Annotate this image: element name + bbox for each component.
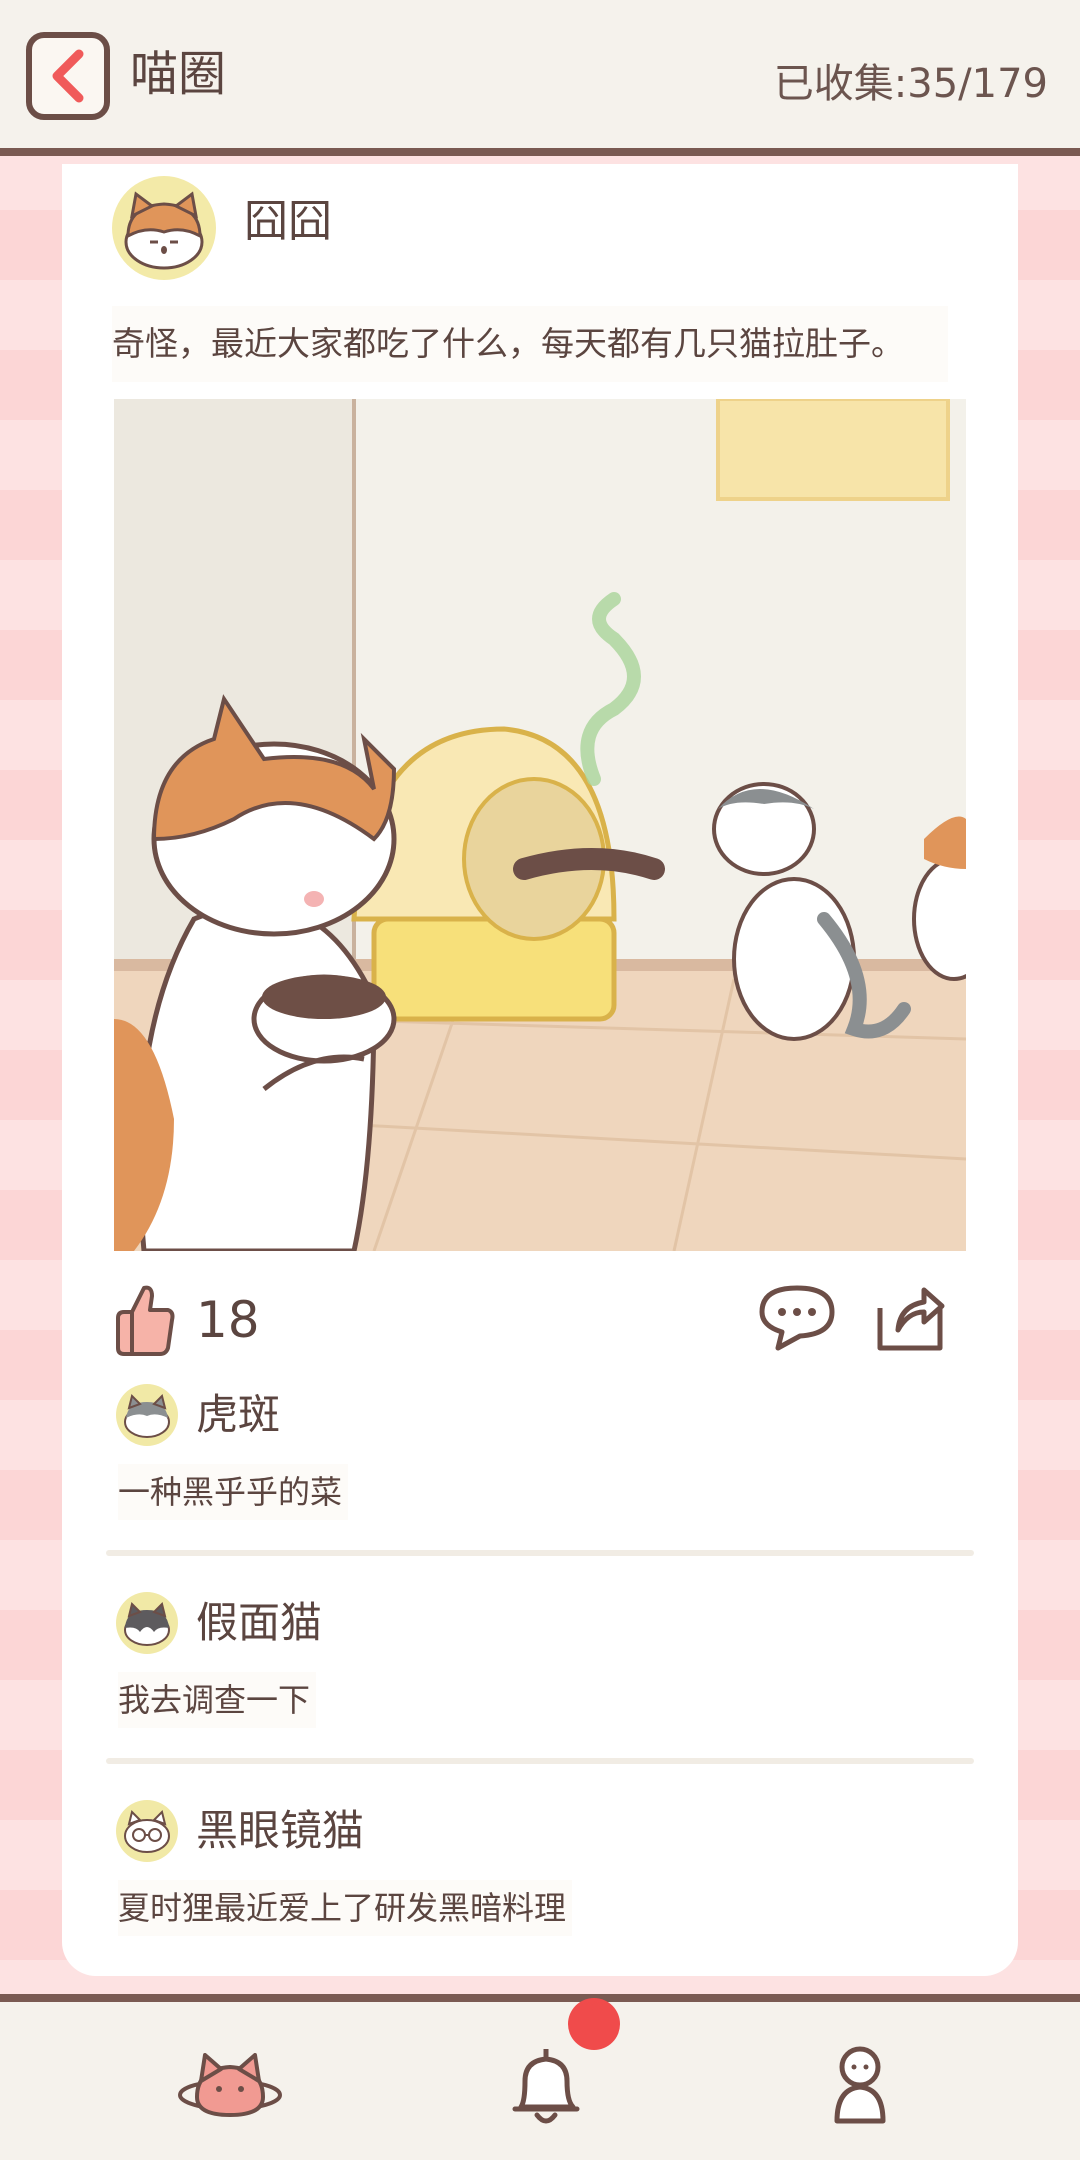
commenter-avatar[interactable]	[116, 1800, 178, 1862]
post-card: 囧囧 奇怪，最近大家都吃了什么，每天都有几只猫拉肚子。 18 虎斑 一种黑乎乎的…	[62, 164, 1018, 1976]
nav-profile[interactable]	[800, 2036, 920, 2136]
nav-cat-planet[interactable]	[170, 2036, 290, 2136]
collected-label: 已收集:	[773, 61, 908, 107]
notification-badge	[568, 1998, 620, 2050]
nav-notifications[interactable]	[486, 2036, 606, 2136]
post-image[interactable]	[114, 399, 966, 1251]
author-avatar[interactable]	[112, 176, 216, 280]
bottom-nav	[0, 1994, 1080, 2160]
comment-text: 夏时狸最近爱上了研发黑暗料理	[118, 1880, 573, 1936]
commenter-name[interactable]: 虎斑	[196, 1386, 280, 1444]
commenter-name[interactable]: 黑眼镜猫	[196, 1802, 364, 1860]
comment-item: 假面猫 我去调查一下	[106, 1592, 962, 1752]
comment-icon[interactable]	[756, 1282, 838, 1352]
comment-text: 一种黑乎乎的菜	[118, 1464, 349, 1520]
comment-text: 我去调查一下	[118, 1672, 317, 1728]
masked-cat-icon	[124, 1602, 170, 1646]
person-icon	[834, 2046, 886, 2124]
top-bar: 喵圈 已收集:35/179	[0, 0, 1080, 156]
post-actions: 18	[112, 1274, 972, 1374]
divider	[106, 1758, 974, 1764]
back-button[interactable]	[26, 32, 110, 120]
like-count: 18	[196, 1291, 260, 1349]
commenter-avatar[interactable]	[116, 1384, 178, 1446]
collected-value: 35/179	[907, 61, 1048, 107]
collection-counter: 已收集:35/179	[774, 56, 1048, 112]
commenter-name[interactable]: 假面猫	[196, 1594, 322, 1652]
planet-cat-icon	[178, 2053, 282, 2118]
bell-icon	[512, 2049, 580, 2124]
page-title: 喵圈	[130, 46, 227, 102]
cats-litterbox-illustration	[114, 399, 966, 1251]
comment-item: 黑眼镜猫 夏时狸最近爱上了研发黑暗料理	[106, 1800, 962, 1960]
thumbs-up-icon[interactable]	[112, 1282, 178, 1358]
orange-cat-icon	[124, 191, 204, 270]
post-text: 奇怪，最近大家都吃了什么，每天都有几只猫拉肚子。	[112, 306, 948, 382]
tabby-cat-icon	[124, 1394, 170, 1438]
divider	[106, 1550, 974, 1556]
comment-item: 虎斑 一种黑乎乎的菜	[106, 1384, 962, 1544]
commenter-avatar[interactable]	[116, 1592, 178, 1654]
share-icon[interactable]	[872, 1280, 948, 1356]
chevron-left-icon	[52, 49, 84, 103]
glasses-cat-icon	[124, 1810, 170, 1853]
author-name[interactable]: 囧囧	[244, 192, 332, 252]
